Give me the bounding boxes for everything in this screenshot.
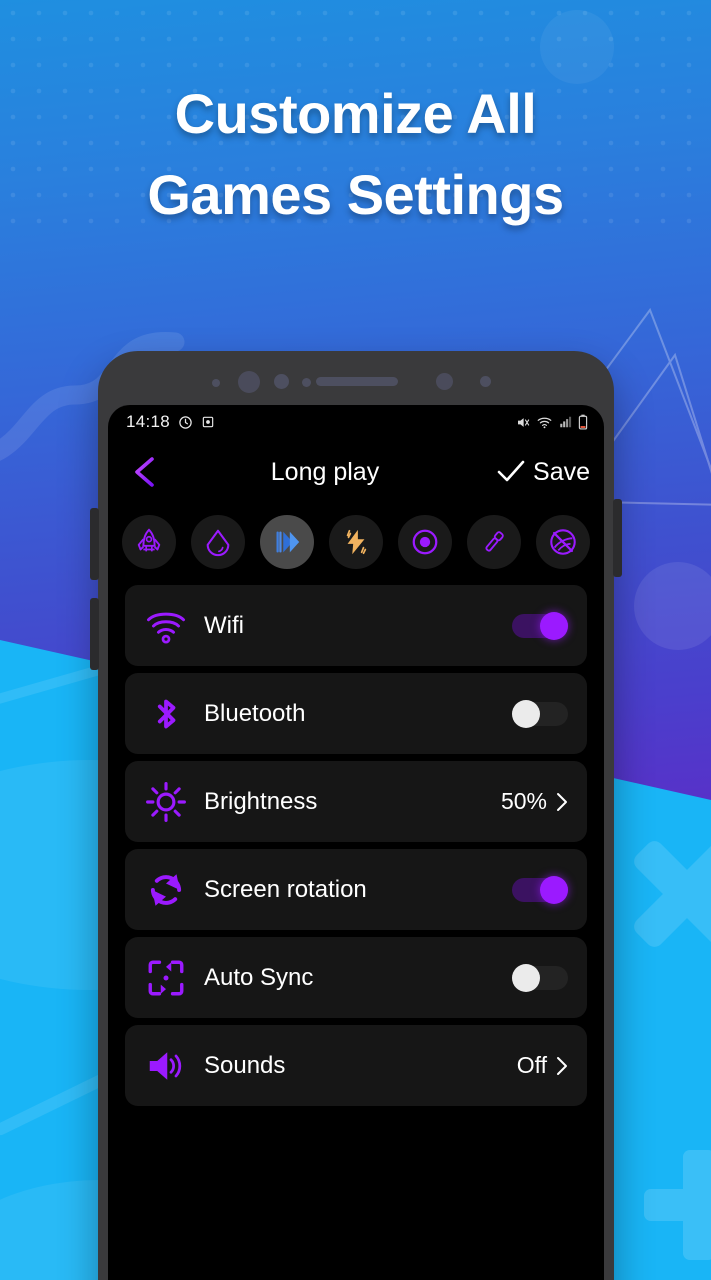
check-icon [497,460,525,482]
mode-icon-strip [108,505,604,585]
settings-row-label: Brightness [204,787,318,815]
settings-list: Wifi Bluetooth Brightness 50% Screen rot… [108,585,604,1106]
auto-sync-icon [142,957,190,999]
headline-line-2: Games Settings [147,162,564,226]
settings-row-label: Screen rotation [204,875,367,903]
phone-screen: 14:18 Long play Save Wifi Bluetooth Brig… [108,405,604,1280]
save-label: Save [533,457,590,486]
mode-icon-fast-forward[interactable] [260,515,314,569]
save-button[interactable]: Save [496,458,590,487]
volume-down-button[interactable] [90,598,99,670]
circle-decoration-top-right [540,10,614,84]
settings-row-sounds[interactable]: Sounds Off [125,1025,587,1106]
brightness-value: 50% [500,788,547,814]
lightning-bolt-icon [346,529,367,555]
screen-rotation-icon [142,869,190,911]
signal-icon [560,416,572,428]
settings-row-brightness[interactable]: Brightness 50% [125,761,587,842]
no-signal-icon [550,529,576,555]
settings-row-screen-rotation[interactable]: Screen rotation [125,849,587,930]
app-bar: Long play Save [108,439,604,505]
settings-row-bluetooth[interactable]: Bluetooth [125,673,587,754]
battery-icon [578,414,588,430]
settings-row-label: Bluetooth [204,699,306,727]
wifi-toggle[interactable] [512,611,568,640]
status-bar: 14:18 [108,405,604,439]
earpiece-speaker [316,377,398,386]
headline-line-1: Customize All [174,82,537,145]
sounds-icon [142,1046,190,1086]
mute-icon [518,417,530,427]
rocket-icon [137,528,161,552]
flashlight-icon [485,531,504,552]
status-bar-time: 14:18 [126,412,171,431]
promo-headline: Customize All Games Settings [0,74,711,235]
x-shape-decoration [630,835,711,955]
wifi-icon [537,417,552,428]
settings-row-label: Sounds [204,1051,286,1079]
bluetooth-icon [142,693,190,735]
alarm-icon [179,415,192,429]
screenshot-icon [202,416,214,428]
chevron-right-icon [557,792,567,811]
mode-icon-rocket[interactable] [122,515,176,569]
mode-icon-record-target[interactable] [398,515,452,569]
power-button[interactable] [613,499,622,577]
bluetooth-toggle[interactable] [512,699,568,728]
fast-forward-icon [276,531,300,553]
wifi-icon [142,606,190,646]
page-title: Long play [270,457,380,486]
settings-row-wifi[interactable]: Wifi [125,585,587,666]
mode-icon-flashlight[interactable] [467,515,521,569]
settings-row-label: Wifi [204,611,244,639]
phone-mockup: 14:18 Long play Save Wifi Bluetooth Brig… [90,351,622,1280]
settings-row-auto-sync[interactable]: Auto Sync [125,937,587,1018]
mode-icon-lightning[interactable] [329,515,383,569]
settings-row-label: Auto Sync [204,963,314,991]
plus-shape-decoration [644,1150,711,1260]
circle-decoration-right [634,562,711,650]
chevron-right-icon [557,1056,567,1075]
volume-up-button[interactable] [90,508,99,580]
screen-rotation-toggle[interactable] [512,875,568,904]
water-drop-icon [206,529,230,557]
brightness-icon [142,781,190,823]
record-target-icon [412,529,438,555]
promo-screenshot: Customize All Games Settings 14:18 Long … [0,0,711,1280]
mode-icon-no-signal[interactable] [536,515,590,569]
phone-bezel-sensors [98,371,614,393]
mode-icon-water-drop[interactable] [191,515,245,569]
auto-sync-toggle[interactable] [512,963,568,992]
sounds-value: Off [516,1052,547,1078]
